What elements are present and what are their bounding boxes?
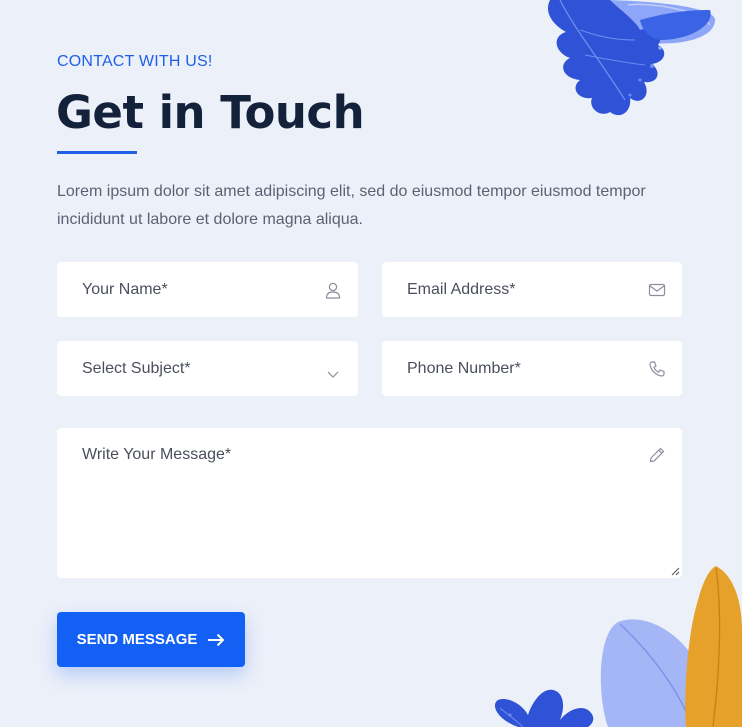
pencil-icon <box>649 447 665 463</box>
user-icon <box>325 282 341 299</box>
email-field-placeholder: Email Address* <box>407 280 516 298</box>
name-field-placeholder: Your Name* <box>82 280 168 298</box>
arrow-right-icon <box>208 633 225 646</box>
phone-icon <box>649 360 665 377</box>
subject-select-placeholder: Select Subject* <box>82 359 191 377</box>
section-description: Lorem ipsum dolor sit amet adipiscing el… <box>57 183 646 228</box>
phone-field-placeholder: Phone Number* <box>407 359 521 377</box>
send-message-label: SEND MESSAGE <box>76 631 198 648</box>
mail-icon <box>648 283 666 296</box>
leaf-decoration-top <box>547 0 715 116</box>
name-field[interactable]: Your Name* <box>57 262 358 317</box>
page-title: Get in Touch <box>56 86 365 139</box>
send-message-button[interactable]: SEND MESSAGE <box>57 612 245 667</box>
subject-select[interactable]: Select Subject* <box>57 341 358 396</box>
title-underline <box>57 151 137 154</box>
email-field[interactable]: Email Address* <box>382 262 682 317</box>
phone-field[interactable]: Phone Number* <box>382 341 682 396</box>
leaf-decoration-bottom <box>494 566 742 727</box>
section-eyebrow: CONTACT WITH US! <box>57 53 213 70</box>
message-textarea[interactable]: Write Your Message* <box>57 428 682 578</box>
message-textarea-placeholder: Write Your Message* <box>82 446 232 463</box>
chevron-down-icon <box>327 371 339 378</box>
